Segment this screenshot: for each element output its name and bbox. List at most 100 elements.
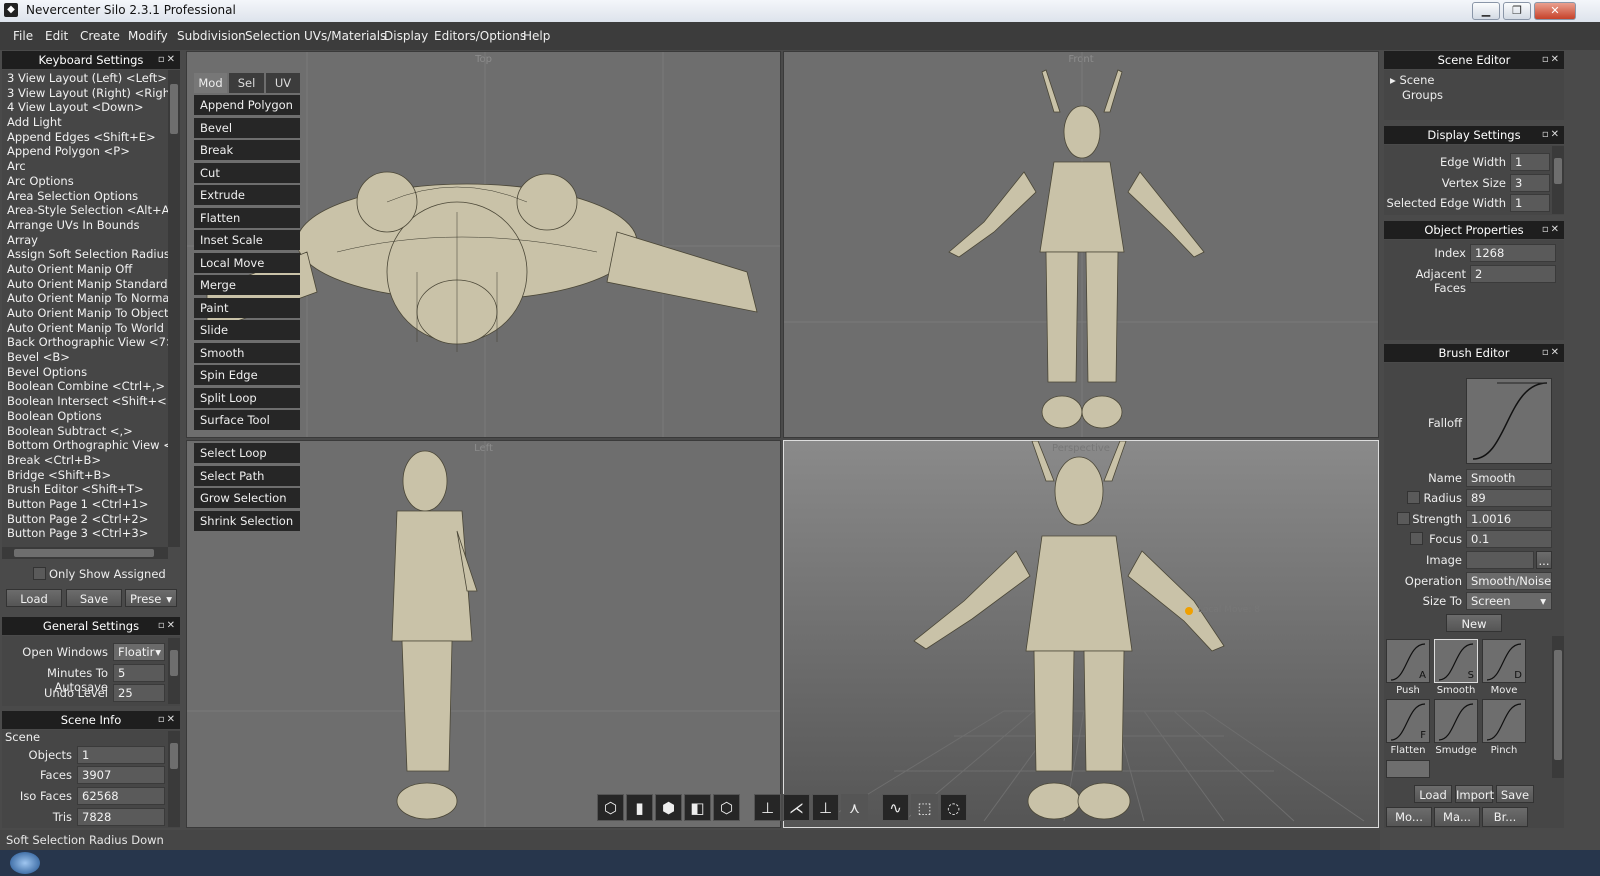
keyboard-shortcut-item[interactable]: Auto Orient Manip To Object: [2, 306, 168, 321]
start-button[interactable]: [10, 852, 40, 874]
cube-outline-icon[interactable]: ⬡: [713, 794, 740, 821]
keyboard-shortcut-item[interactable]: Array: [2, 233, 168, 248]
menu-display[interactable]: Display: [384, 29, 428, 43]
scroll-thumb[interactable]: [1554, 650, 1562, 760]
scene-tree-item[interactable]: ▸ Scene: [1390, 73, 1435, 87]
brush-save-button[interactable]: Save: [1496, 785, 1534, 803]
panel-controls-icon[interactable]: ▫✕: [1542, 344, 1561, 362]
close-button[interactable]: ✕: [1534, 2, 1576, 20]
brush-preset-tile[interactable]: D: [1482, 639, 1526, 683]
object-mode-icon[interactable]: ⬡: [597, 794, 624, 821]
only-show-assigned-checkbox[interactable]: [33, 567, 46, 580]
keyboard-shortcut-item[interactable]: Boolean Intersect <Shift+<>: [2, 394, 168, 409]
scroll-thumb[interactable]: [170, 650, 178, 676]
tab-brush[interactable]: Br...: [1482, 807, 1528, 827]
edge-width-field[interactable]: 1: [1510, 153, 1550, 171]
falloff-curve[interactable]: [1466, 378, 1552, 464]
keyboard-shortcut-item[interactable]: Boolean Combine <Ctrl+,>: [2, 379, 168, 394]
keyboard-shortcut-item[interactable]: 3 View Layout (Left) <Left>: [2, 71, 168, 86]
manip-point-icon[interactable]: [1185, 607, 1193, 615]
panel-controls-icon[interactable]: ▫✕: [158, 51, 177, 69]
keyboard-shortcut-item[interactable]: Brush Editor <Shift+T>: [2, 482, 168, 497]
scroll-thumb[interactable]: [170, 84, 178, 134]
tab-sel[interactable]: Sel: [229, 73, 264, 93]
keyboard-scrollbar[interactable]: [168, 70, 180, 547]
size-to-select[interactable]: Screen ▾: [1466, 592, 1552, 610]
tool-button[interactable]: Break: [194, 140, 300, 160]
strength-field[interactable]: 1.0016: [1466, 510, 1552, 528]
menu-uvs-materials[interactable]: UVs/Materials: [304, 29, 386, 43]
keyboard-shortcut-item[interactable]: Auto Orient Manip To World <: [2, 321, 168, 336]
cube-icon[interactable]: ⬢: [655, 794, 682, 821]
tab-mod[interactable]: Mod: [194, 73, 227, 93]
selection-tool-button[interactable]: Select Loop: [194, 443, 300, 463]
keyboard-shortcut-item[interactable]: Boolean Subtract <,>: [2, 424, 168, 439]
focus-field[interactable]: 0.1: [1466, 530, 1552, 548]
tab-materials[interactable]: Ma...: [1434, 807, 1480, 827]
tool-button[interactable]: Surface Tool: [194, 410, 300, 430]
brush-load-button[interactable]: Load: [1414, 785, 1452, 803]
tool-button[interactable]: Smooth: [194, 342, 300, 363]
keyboard-save-button[interactable]: Save: [66, 589, 122, 607]
menu-edit[interactable]: Edit: [45, 29, 68, 43]
keyboard-shortcut-item[interactable]: Arc Options: [2, 174, 168, 189]
minimize-button[interactable]: ▁: [1472, 2, 1500, 20]
keyboard-shortcut-item[interactable]: Area Selection Options: [2, 189, 168, 204]
keyboard-shortcut-item[interactable]: Break <Ctrl+B>: [2, 453, 168, 468]
face-mode-icon[interactable]: ▮: [626, 794, 653, 821]
keyboard-hscrollbar[interactable]: [2, 547, 168, 559]
tool-button[interactable]: Merge: [194, 275, 300, 295]
move-manip-icon[interactable]: ⊥: [754, 794, 781, 821]
brush-import-button[interactable]: Import: [1455, 785, 1494, 803]
keyboard-shortcut-item[interactable]: Append Polygon <P>: [2, 144, 168, 159]
menu-editors-options[interactable]: Editors/Options: [434, 29, 526, 43]
keyboard-shortcut-item[interactable]: Bevel <B>: [2, 350, 168, 365]
tab-uv[interactable]: UV: [266, 73, 300, 93]
keyboard-shortcut-item[interactable]: Button Page 2 <Ctrl+2>: [2, 512, 168, 527]
tool-button[interactable]: Inset Scale: [194, 230, 300, 250]
menu-selection[interactable]: Selection: [245, 29, 300, 43]
menu-modify[interactable]: Modify: [128, 29, 168, 43]
keyboard-shortcut-item[interactable]: Bottom Orthographic View <3: [2, 438, 168, 453]
cube-face-icon[interactable]: ◧: [684, 794, 711, 821]
tab-modeling[interactable]: Mo...: [1386, 807, 1432, 827]
scale-manip-icon[interactable]: ⊥: [812, 794, 839, 821]
tool-button[interactable]: Paint Displacement: [194, 297, 300, 335]
selection-tool-button[interactable]: Grow Selection: [194, 488, 300, 508]
tool-button[interactable]: Cut: [194, 162, 300, 183]
scroll-thumb[interactable]: [1554, 158, 1562, 184]
new-brush-button[interactable]: New: [1446, 614, 1502, 632]
keyboard-shortcut-item[interactable]: Area-Style Selection <Alt+A>: [2, 203, 168, 218]
keyboard-shortcut-item[interactable]: Append Edges <Shift+E>: [2, 130, 168, 145]
image-field[interactable]: [1466, 551, 1534, 569]
panel-controls-icon[interactable]: ▫✕: [158, 711, 177, 729]
panel-controls-icon[interactable]: ▫✕: [1542, 221, 1561, 239]
keyboard-shortcut-item[interactable]: Bevel Options: [2, 365, 168, 380]
keyboard-shortcut-item[interactable]: Boolean Options: [2, 409, 168, 424]
open-windows-select[interactable]: Floatir ▾: [113, 643, 165, 661]
keyboard-shortcut-item[interactable]: Arrange UVs In Bounds: [2, 218, 168, 233]
viewport-perspective[interactable]: Perspective Local Move: 8: [783, 440, 1379, 828]
menu-create[interactable]: Create: [80, 29, 120, 43]
image-browse-button[interactable]: ...: [1536, 551, 1552, 569]
hscroll-thumb[interactable]: [14, 549, 154, 557]
tool-button[interactable]: Local Move: [194, 252, 300, 273]
tool-button[interactable]: Flatten: [194, 207, 300, 228]
keyboard-preset-dropdown[interactable]: Prese ▾: [125, 589, 177, 607]
keyboard-shortcut-item[interactable]: Button Page 1 <Ctrl+1>: [2, 497, 168, 512]
radius-field[interactable]: 89: [1466, 489, 1552, 507]
operation-select[interactable]: Smooth/Noise▾: [1466, 572, 1552, 604]
general-scrollbar[interactable]: [168, 638, 180, 704]
autosave-field[interactable]: 5: [113, 664, 165, 682]
brush-name-field[interactable]: Smooth: [1466, 469, 1552, 487]
brush-preset-tile[interactable]: S: [1434, 639, 1478, 683]
keyboard-shortcut-item[interactable]: Assign Soft Selection Radius: [2, 247, 168, 262]
menu-subdivision[interactable]: Subdivision: [177, 29, 246, 43]
scroll-thumb[interactable]: [170, 743, 178, 769]
selection-tool-button[interactable]: Shrink Selection: [194, 510, 300, 531]
selected-edge-width-field[interactable]: 1: [1510, 194, 1550, 212]
vertex-size-field[interactable]: 3: [1510, 174, 1550, 192]
keyboard-shortcut-item[interactable]: Auto Orient Manip To Normal: [2, 291, 168, 306]
menu-help[interactable]: Help: [523, 29, 550, 43]
brush-preset-tile[interactable]: [1434, 699, 1478, 743]
